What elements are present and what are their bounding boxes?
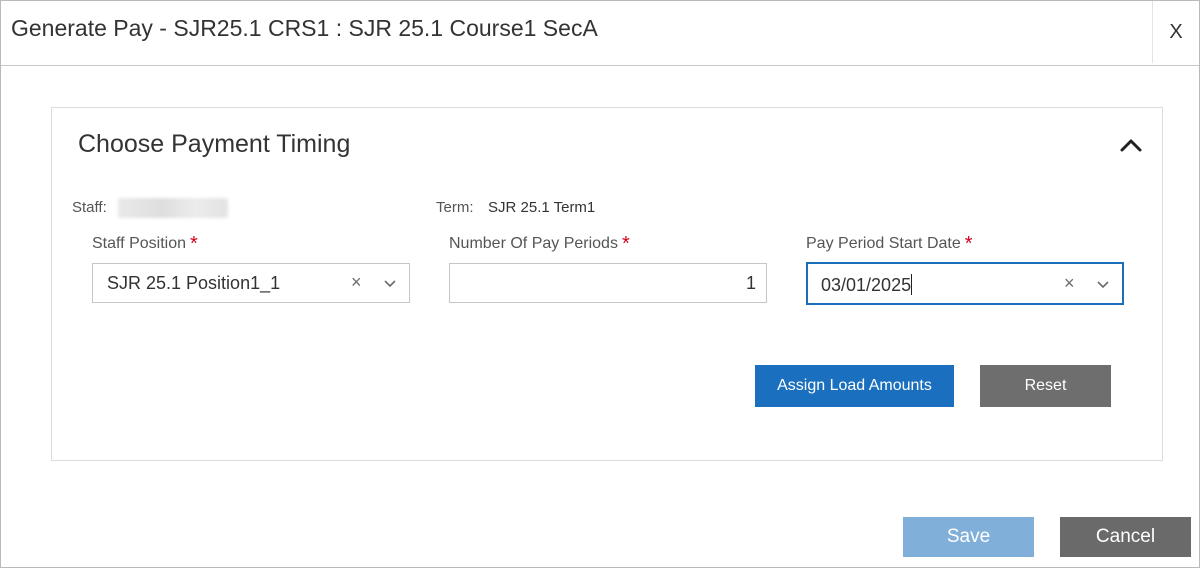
num-pay-periods-value: 1 (745, 273, 756, 293)
staff-position-select[interactable]: SJR 25.1 Position1_1 × (92, 263, 410, 303)
clear-icon[interactable]: × (1064, 273, 1075, 294)
panel-title: Choose Payment Timing (78, 130, 351, 158)
num-pay-periods-input[interactable]: 1 (449, 263, 767, 303)
dialog-title: Generate Pay - SJR25.1 CRS1 : SJR 25.1 C… (11, 15, 598, 41)
close-icon: X (1169, 20, 1183, 43)
required-marker: * (964, 233, 973, 255)
save-button[interactable]: Save (903, 517, 1034, 557)
text-caret (911, 274, 913, 295)
num-pay-periods-label: Number Of Pay Periods * (449, 233, 630, 255)
reset-button[interactable]: Reset (980, 365, 1111, 407)
generate-pay-dialog: Generate Pay - SJR25.1 CRS1 : SJR 25.1 C… (0, 0, 1200, 568)
clear-icon[interactable]: × (351, 272, 362, 293)
close-button[interactable]: X (1152, 1, 1199, 63)
term-label: Term: (436, 199, 474, 216)
staff-label: Staff: (72, 199, 107, 216)
pay-period-start-date-select[interactable]: 03/01/2025 × (806, 262, 1124, 305)
chevron-down-icon[interactable] (383, 278, 397, 288)
pay-period-start-label: Pay Period Start Date * (806, 233, 973, 255)
assign-load-amounts-button[interactable]: Assign Load Amounts (755, 365, 954, 407)
chevron-down-icon[interactable] (1096, 279, 1110, 289)
term-value: SJR 25.1 Term1 (488, 199, 596, 216)
cancel-button[interactable]: Cancel (1060, 517, 1191, 557)
staff-name-redacted (118, 198, 228, 218)
staff-position-label: Staff Position * (92, 233, 198, 255)
dialog-header: Generate Pay - SJR25.1 CRS1 : SJR 25.1 C… (1, 1, 1199, 66)
pay-period-start-value: 03/01/2025 (821, 274, 913, 295)
collapse-chevron-up-icon[interactable] (1118, 134, 1144, 156)
required-marker: * (189, 233, 198, 255)
staff-position-value: SJR 25.1 Position1_1 (107, 273, 281, 293)
payment-timing-panel: Choose Payment Timing Staff: Term: SJR 2… (51, 107, 1163, 461)
required-marker: * (621, 233, 630, 255)
